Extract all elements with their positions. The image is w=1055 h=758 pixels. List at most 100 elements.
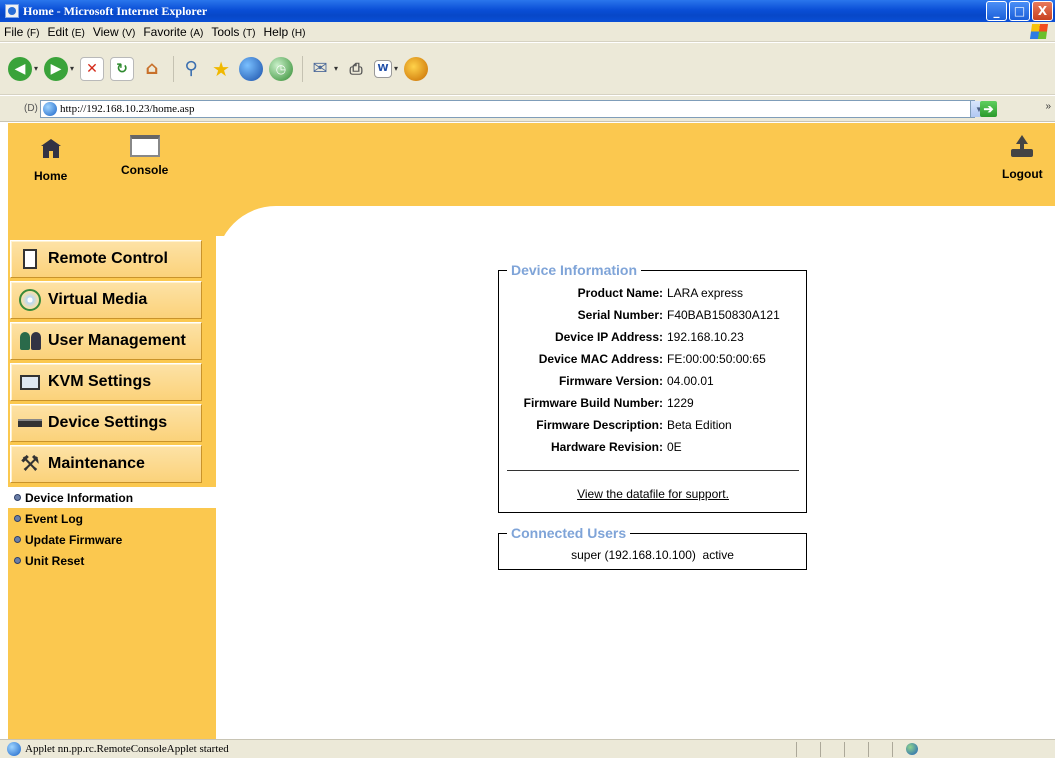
decorative-curve xyxy=(216,206,336,266)
sidebar-item-update-firmware[interactable]: Update Firmware xyxy=(8,529,216,550)
home-button[interactable]: ⌂ xyxy=(140,55,164,83)
back-dropdown-icon[interactable]: ▾ xyxy=(34,64,38,73)
stop-icon: ✕ xyxy=(80,56,105,81)
support-datafile-link[interactable]: View the datafile for support. xyxy=(499,487,807,501)
remote-control-button[interactable]: Remote Control xyxy=(10,240,202,278)
print-icon: ⎙ xyxy=(349,58,363,78)
history-icon: ◷ xyxy=(269,56,294,81)
sidebar-item-unit-reset[interactable]: Unit Reset xyxy=(8,550,216,571)
virtual-media-icon xyxy=(17,287,43,313)
kvm-settings-button[interactable]: KVM Settings xyxy=(10,363,202,401)
refresh-button[interactable]: ↻ xyxy=(110,55,135,83)
status-divider xyxy=(844,742,845,757)
menu-file[interactable]: File (F) xyxy=(4,25,39,39)
mail-button[interactable]: ✉ ▾ xyxy=(308,55,338,83)
logout-nav-button[interactable]: Logout xyxy=(1002,135,1043,181)
address-bar: (D) http://192.168.10.23/home.asp ▼ ➔ » xyxy=(0,96,1055,122)
go-arrow-icon: ➔ xyxy=(983,102,994,116)
bullet-icon xyxy=(14,515,21,522)
ie-icon xyxy=(5,4,19,18)
status-text: Applet nn.pp.rc.RemoteConsoleApplet star… xyxy=(25,743,229,755)
device-information-legend: Device Information xyxy=(507,262,642,278)
media-button[interactable] xyxy=(239,55,264,83)
console-nav-button[interactable]: Console xyxy=(121,135,168,177)
kvm-settings-icon xyxy=(17,369,43,395)
device-settings-button[interactable]: Device Settings xyxy=(10,404,202,442)
forward-button[interactable]: ▶ ▾ xyxy=(44,55,74,83)
address-input[interactable]: http://192.168.10.23/home.asp ▼ xyxy=(40,100,987,118)
home-icon: ⌂ xyxy=(145,58,159,79)
sidebar-item-event-log[interactable]: Event Log xyxy=(8,508,216,529)
refresh-icon: ↻ xyxy=(110,56,135,81)
mail-dropdown-icon[interactable]: ▾ xyxy=(334,64,338,73)
connected-users-legend: Connected Users xyxy=(507,525,631,541)
edit-icon: W xyxy=(374,59,393,78)
connected-user-entry: super (192.168.10.100) active xyxy=(571,548,734,562)
sidebar: Remote Control Virtual Media User Manage… xyxy=(8,206,216,739)
home-icon xyxy=(40,139,61,159)
stop-button[interactable]: ✕ xyxy=(80,55,105,83)
user-management-icon xyxy=(17,328,43,354)
menu-tools[interactable]: Tools (T) xyxy=(211,25,255,39)
maintenance-icon: ⚒ xyxy=(20,451,40,477)
info-row-firmware-version: Firmware Version: 04.00.01 xyxy=(558,374,714,388)
toolbar-separator xyxy=(173,55,175,82)
device-information-panel: Device Information Product Name: LARA exp… xyxy=(498,262,807,513)
info-row-ip-address: Device IP Address: 192.168.10.23 xyxy=(554,330,744,344)
toolbar-separator xyxy=(302,55,304,82)
print-button[interactable]: ⎙ xyxy=(344,55,368,83)
status-divider xyxy=(796,742,797,757)
web-page: Home Console Logout Remote Control Virtu… xyxy=(8,123,1055,739)
menu-bar: File (F) Edit (E) View (V) Favorite (A) … xyxy=(0,22,1055,42)
menu-edit[interactable]: Edit (E) xyxy=(47,25,84,39)
console-nav-label: Console xyxy=(121,163,169,177)
console-icon xyxy=(129,135,160,157)
edit-button[interactable]: W ▾ xyxy=(374,55,398,83)
internet-zone-icon xyxy=(906,743,918,755)
back-button[interactable]: ◀ ▾ xyxy=(8,55,38,83)
top-navigation: Home Console Logout xyxy=(8,123,1055,206)
minimize-button[interactable]: _ xyxy=(986,1,1007,21)
address-label: (D) xyxy=(24,103,38,114)
device-settings-icon xyxy=(17,410,43,436)
close-button[interactable]: X xyxy=(1032,1,1053,21)
forward-dropdown-icon[interactable]: ▾ xyxy=(70,64,74,73)
logout-icon xyxy=(1010,135,1034,159)
messenger-icon xyxy=(404,56,429,81)
mail-icon: ✉ xyxy=(312,58,328,79)
info-row-serial-number: Serial Number: F40BAB150830A121 xyxy=(577,308,780,322)
toolbar-overflow-icon[interactable]: » xyxy=(1045,101,1051,112)
status-bar: Applet nn.pp.rc.RemoteConsoleApplet star… xyxy=(0,739,1055,758)
messenger-button[interactable] xyxy=(404,55,429,83)
windows-logo-icon xyxy=(1029,24,1049,39)
panel-divider xyxy=(507,470,799,471)
go-button[interactable]: ➔ xyxy=(980,101,997,117)
media-icon xyxy=(239,56,264,81)
home-nav-label: Home xyxy=(34,169,68,183)
info-row-firmware-description: Firmware Description: Beta Edition xyxy=(536,418,732,432)
connected-users-panel: Connected Users super (192.168.10.100) a… xyxy=(498,525,807,570)
status-divider xyxy=(868,742,869,757)
window-title-bar: Home - Microsoft Internet Explorer _ □ X xyxy=(0,0,1055,22)
search-button[interactable]: ⚲ xyxy=(179,55,203,83)
user-management-button[interactable]: User Management xyxy=(10,322,202,360)
history-button[interactable]: ◷ xyxy=(269,55,294,83)
edit-dropdown-icon[interactable]: ▾ xyxy=(394,64,398,73)
search-icon: ⚲ xyxy=(184,58,198,79)
window-title: Home - Microsoft Internet Explorer xyxy=(23,3,208,18)
menu-favorite[interactable]: Favorite (A) xyxy=(143,25,203,39)
virtual-media-button[interactable]: Virtual Media xyxy=(10,281,202,319)
info-row-firmware-build: Firmware Build Number: 1229 xyxy=(523,396,694,410)
home-nav-button[interactable]: Home xyxy=(34,135,67,183)
status-divider xyxy=(892,742,893,757)
menu-help[interactable]: Help (H) xyxy=(264,25,306,39)
favorites-button[interactable]: ★ xyxy=(209,55,233,83)
address-url: http://192.168.10.23/home.asp xyxy=(60,103,195,115)
window-controls: _ □ X xyxy=(986,1,1053,21)
status-divider xyxy=(820,742,821,757)
maximize-button[interactable]: □ xyxy=(1009,1,1030,21)
menu-view[interactable]: View (V) xyxy=(93,25,135,39)
maintenance-button[interactable]: ⚒ Maintenance xyxy=(10,445,202,483)
bullet-icon xyxy=(14,494,21,501)
sidebar-item-device-information[interactable]: Device Information xyxy=(8,487,216,508)
